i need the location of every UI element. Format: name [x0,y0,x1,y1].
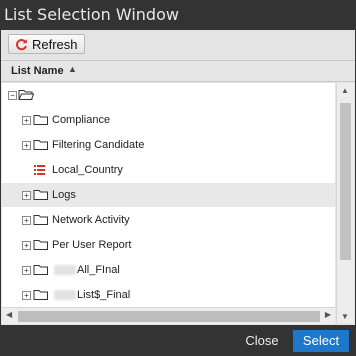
list-item-label: All_FInal [77,264,120,276]
list-item[interactable]: + Network Activity [2,208,335,232]
expand-icon[interactable]: + [22,191,31,200]
list-item-label: Logs [52,189,76,201]
scroll-up-icon[interactable]: ▲ [341,86,349,95]
redacted-text [54,265,76,275]
tree-root-row[interactable]: − [2,83,335,107]
list-item-label: Local_Country [52,164,123,176]
list-item[interactable]: + All_FInal [2,258,335,282]
open-folder-icon [18,89,35,104]
horizontal-scrollbar[interactable]: ◀ ▶ [2,307,335,324]
folder-icon [33,114,49,129]
folder-icon [33,289,49,304]
folder-icon [33,139,49,154]
toolbar: Refresh [1,30,355,59]
vertical-scrollbar[interactable]: ▲ ▼ [336,83,354,323]
list-item[interactable]: Local_Country [2,158,335,182]
scroll-left-icon[interactable]: ◀ [6,310,12,319]
redacted-text [54,290,76,300]
list-item[interactable]: + Per User Report [2,233,335,257]
sort-ascending-icon: ▲ [68,64,77,74]
list-item[interactable]: + Filtering Candidate [2,133,335,157]
list-selection-window: List Selection Window Refresh List Name … [0,0,356,356]
refresh-label: Refresh [32,36,78,52]
folder-icon [33,189,49,204]
list-icon [34,164,46,178]
list-item-label: List$_Final [77,289,131,301]
column-header-label: List Name [11,65,64,77]
expand-icon[interactable]: + [22,216,31,225]
folder-icon [33,214,49,229]
list-item[interactable]: + List$_Final [2,283,335,307]
expand-icon[interactable]: + [22,291,31,300]
collapse-icon[interactable]: − [8,91,17,100]
list-item-label: Compliance [52,114,111,126]
list-item-label: Filtering Candidate [52,139,145,151]
refresh-button[interactable]: Refresh [8,34,85,54]
window-title: List Selection Window [4,5,179,24]
folder-icon [33,264,49,279]
expand-icon[interactable]: + [22,141,31,150]
list-name-column-header[interactable]: List Name ▲ [1,60,355,82]
list-tree: − + Compliance + Filtering Candidate Loc… [2,83,335,323]
scroll-down-icon[interactable]: ▼ [341,312,349,321]
folder-icon [33,239,49,254]
close-button[interactable]: Close [236,330,288,352]
list-item-label: Network Activity [52,214,130,226]
list-item[interactable]: + Compliance [2,108,335,132]
refresh-icon [12,38,30,51]
content-panel: Refresh List Name ▲ − + Compliance + Fil… [1,30,355,325]
list-item-label: Per User Report [52,239,132,251]
vertical-scroll-thumb[interactable] [340,103,351,260]
expand-icon[interactable]: + [22,241,31,250]
horizontal-scroll-thumb[interactable] [18,311,320,322]
expand-icon[interactable]: + [22,266,31,275]
scroll-right-icon[interactable]: ▶ [325,310,331,319]
list-item[interactable]: + Logs [2,183,335,207]
expand-icon[interactable]: + [22,116,31,125]
select-button[interactable]: Select [293,330,349,352]
